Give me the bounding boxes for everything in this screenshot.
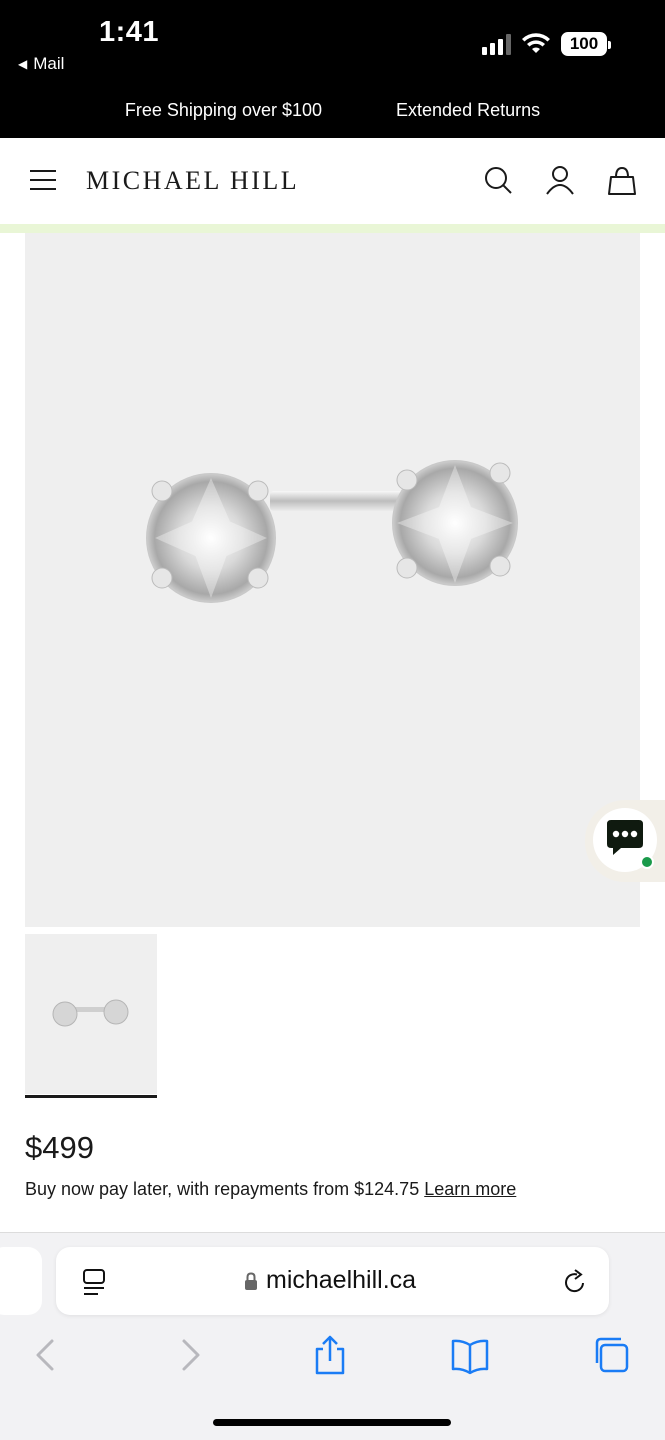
account-icon[interactable] [544, 164, 576, 196]
brand-logo[interactable]: MICHAEL HILL [86, 166, 299, 196]
back-triangle-icon: ◀ [18, 57, 28, 71]
status-and-promo-bar: 1:41 ◀ Mail 100 Free Shipping over $100 … [0, 0, 665, 138]
bnpl-info: Buy now pay later, with repayments from … [25, 1179, 516, 1200]
page-settings-icon[interactable] [82, 1268, 108, 1296]
back-to-mail-button[interactable]: ◀ Mail [18, 54, 64, 74]
battery-icon: 100 [561, 32, 611, 56]
bnpl-text: Buy now pay later, with repayments from … [25, 1179, 420, 1199]
promo-banner: Free Shipping over $100 Extended Returns [0, 100, 665, 128]
cellular-signal-icon [482, 33, 511, 55]
browser-nav-row [0, 1333, 665, 1377]
diamond-earrings-image [146, 460, 518, 603]
live-chat-button[interactable] [585, 800, 665, 882]
online-status-dot [640, 855, 654, 869]
lock-icon [245, 1272, 257, 1290]
back-chevron-icon[interactable] [26, 1333, 66, 1377]
thumbnail-active-indicator [25, 1095, 157, 1098]
search-icon[interactable] [482, 164, 514, 196]
status-indicators: 100 [482, 32, 611, 56]
status-time: 1:41 [99, 16, 160, 48]
back-mail-label: Mail [33, 54, 65, 73]
tabs-icon[interactable] [592, 1333, 632, 1377]
learn-more-link[interactable]: Learn more [424, 1179, 516, 1199]
thumbnail-earrings-image [52, 999, 129, 1027]
address-bar[interactable]: michaelhill.ca [56, 1247, 609, 1315]
reload-icon[interactable] [562, 1268, 588, 1296]
promo-free-shipping[interactable]: Free Shipping over $100 [125, 100, 322, 128]
forward-chevron-icon[interactable] [170, 1333, 210, 1377]
product-image-main[interactable] [25, 233, 640, 927]
header-accent-strip [0, 224, 665, 233]
home-indicator[interactable] [213, 1419, 451, 1426]
previous-tab-preview[interactable] [0, 1247, 42, 1315]
product-price: $499 [25, 1130, 94, 1165]
site-header: MICHAEL HILL [0, 138, 665, 224]
browser-toolbar: michaelhill.ca [0, 1232, 665, 1440]
url-text[interactable]: michaelhill.ca [266, 1266, 416, 1295]
promo-extended-returns[interactable]: Extended Returns [396, 100, 540, 128]
product-thumbnail[interactable] [25, 934, 157, 1094]
bookmarks-icon[interactable] [450, 1333, 490, 1377]
menu-icon[interactable] [30, 170, 56, 190]
share-icon[interactable] [310, 1333, 350, 1377]
wifi-icon [522, 33, 550, 53]
shopping-bag-icon[interactable] [606, 164, 638, 196]
